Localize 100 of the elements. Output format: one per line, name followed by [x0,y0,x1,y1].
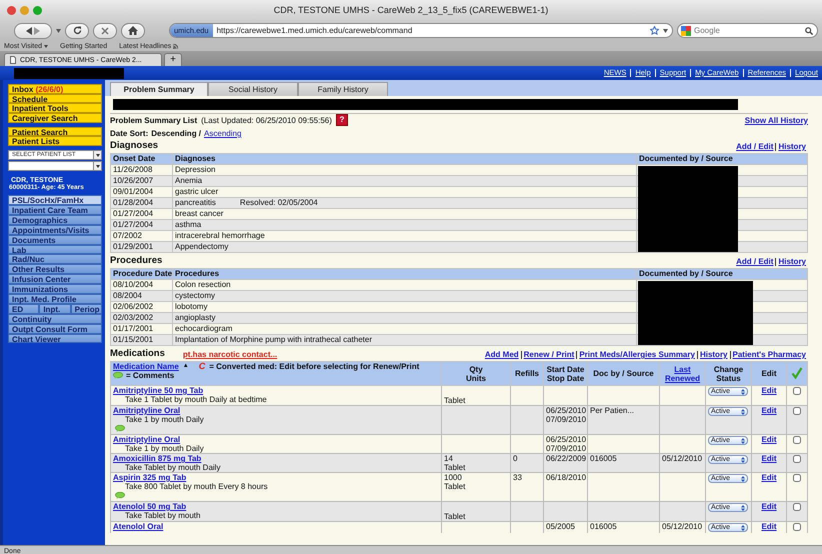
check-icon [791,366,803,378]
caret-icon[interactable] [663,28,668,32]
stepper-icon [741,504,745,510]
row-checkbox[interactable] [793,407,801,415]
back-forward-buttons[interactable] [14,22,52,38]
chart-menu-item[interactable]: Other Results [8,264,102,274]
edit-link[interactable]: Edit [761,406,777,415]
narcotic-contact-alert[interactable]: pt.has narcotic contact... [182,350,278,359]
tab[interactable]: Family History [298,82,388,96]
nav-button[interactable]: Inpatient Tools [8,103,102,114]
medication-link[interactable]: Amitriptyline 50 mg Tab [113,386,204,395]
home-button[interactable] [121,22,145,38]
medication-link[interactable]: Atenolol 50 mg Tab [113,502,186,511]
stop-icon [101,26,109,34]
medication-action-link[interactable]: Print Meds/Allergies Summary [576,351,697,359]
medication-instructions: Take 800 Tablet by mouth Every 8 hours [124,482,269,491]
patient-select[interactable] [8,161,102,172]
chart-menu-item[interactable]: Documents [8,234,102,245]
medication-link[interactable]: Atenolol Oral [113,522,164,531]
row-checkbox[interactable] [793,474,801,482]
chart-menu-item[interactable]: PSL/SocHx/FamHx [8,195,102,206]
chart-menu-item[interactable]: Outpt Consult Form [8,324,102,334]
home-icon [128,26,138,35]
medication-link[interactable]: Aspirin 325 mg Tab [113,474,186,482]
table-cell: gastric ulcer [175,188,218,196]
medication-link[interactable]: Amitriptyline Oral [113,436,180,444]
help-button[interactable]: ? [336,114,348,126]
legend-text: = Converted med: Edit before selecting for Renew/Print [209,362,420,371]
chart-menu-item[interactable]: Infusion Center [8,274,102,284]
caret-icon [96,154,100,157]
edit-link[interactable]: Edit [761,474,777,482]
search-field[interactable]: Google [677,23,818,38]
caret-icon [44,44,48,48]
row-checkbox[interactable] [793,387,801,395]
section-link[interactable]: Add / Edit [734,258,776,266]
caret-icon[interactable] [56,28,61,32]
chart-menu-item[interactable]: Lab [8,244,102,254]
chart-menu-item[interactable]: Rad/Nuc [8,254,102,264]
tab[interactable]: Problem Summary [110,82,208,96]
row-checkbox[interactable] [793,523,801,531]
search-icon[interactable] [805,26,813,34]
column-header: Doc by / Source [588,362,660,386]
reload-icon [72,26,82,35]
ascending-link[interactable]: Ascending [204,129,242,138]
nav-button[interactable]: Patient Lists [8,136,102,146]
chart-menu-item[interactable]: Chart Viewer [8,334,102,344]
chart-menu-item[interactable]: Inpt. Med. Profile [8,294,102,304]
row-checkbox[interactable] [793,436,801,444]
section-link[interactable]: History [775,143,808,151]
table-cell: 016005 [588,454,660,472]
reload-button[interactable] [65,22,89,38]
chart-menu-item[interactable]: Appointments/Visits [8,224,102,235]
table-cell: Appendectomy [175,242,228,251]
medication-link[interactable]: Amoxicillin 875 mg Tab [113,454,202,463]
table-cell: Colon resection [175,280,231,289]
row-checkbox[interactable] [793,455,801,463]
chart-menu-item[interactable]: Continuity [8,314,102,324]
medication-action-link[interactable]: History [696,351,730,359]
edit-link[interactable]: Edit [761,502,777,511]
caret-icon [96,164,100,168]
nav-button[interactable]: Schedule [8,94,102,104]
table-cell: 01/28/2004 [110,198,172,208]
new-tab-button[interactable]: + [164,53,182,66]
table-cell: 05/12/2010 [660,454,706,472]
chart-menu-item[interactable]: Demographics [8,214,102,225]
medication-instructions: Take 1 by mouth Daily [124,444,205,453]
chart-menu-item[interactable]: Immunizations [8,284,102,294]
close-button[interactable] [7,6,16,14]
row-checkbox[interactable] [793,503,801,511]
sort-column-link[interactable]: Medication Name [113,362,179,371]
tab[interactable]: Social History [208,82,298,96]
chart-menu-item[interactable]: ED [8,304,40,314]
nav-button[interactable]: Patient Search [8,126,102,136]
unit-text: Tablet [444,396,466,405]
star-icon[interactable] [650,26,659,35]
table-cell: Depression [175,166,216,174]
stop-button[interactable] [93,22,117,38]
table-cell: 016005 [588,522,660,533]
table-cell: lobotomy [175,302,208,311]
section-link[interactable]: Add / Edit [734,143,776,151]
show-all-history-link[interactable]: Show All History [744,116,808,124]
medication-action-link[interactable]: Patient's Pharmacy [730,351,808,359]
chart-menu-item[interactable]: Inpt. [39,304,71,314]
medication-link[interactable]: Amitriptyline Oral [113,406,180,415]
legend-text: = Comments [126,371,174,380]
nav-button[interactable]: Inbox (26/6/0) [8,84,102,94]
section-heading: Medications [110,348,165,359]
unit-text: Tablet [444,482,466,491]
medication-instructions: Take Tablet by mouth [124,511,202,520]
stepper-icon [741,388,745,394]
medication-action-link[interactable]: Add Med [482,351,521,359]
section-link[interactable]: History [775,258,808,266]
medication-action-link[interactable]: Renew / Print [520,351,576,359]
edit-link[interactable]: Edit [761,386,777,395]
chart-menu-item[interactable]: Inpatient Care Team [8,205,102,215]
table-cell: Per Patien... [588,406,660,434]
stepper-icon [741,524,745,530]
zoom-button[interactable] [33,6,42,14]
table-cell: 01/29/2001 [110,242,172,252]
nav-button[interactable]: Caregiver Search [8,113,102,123]
